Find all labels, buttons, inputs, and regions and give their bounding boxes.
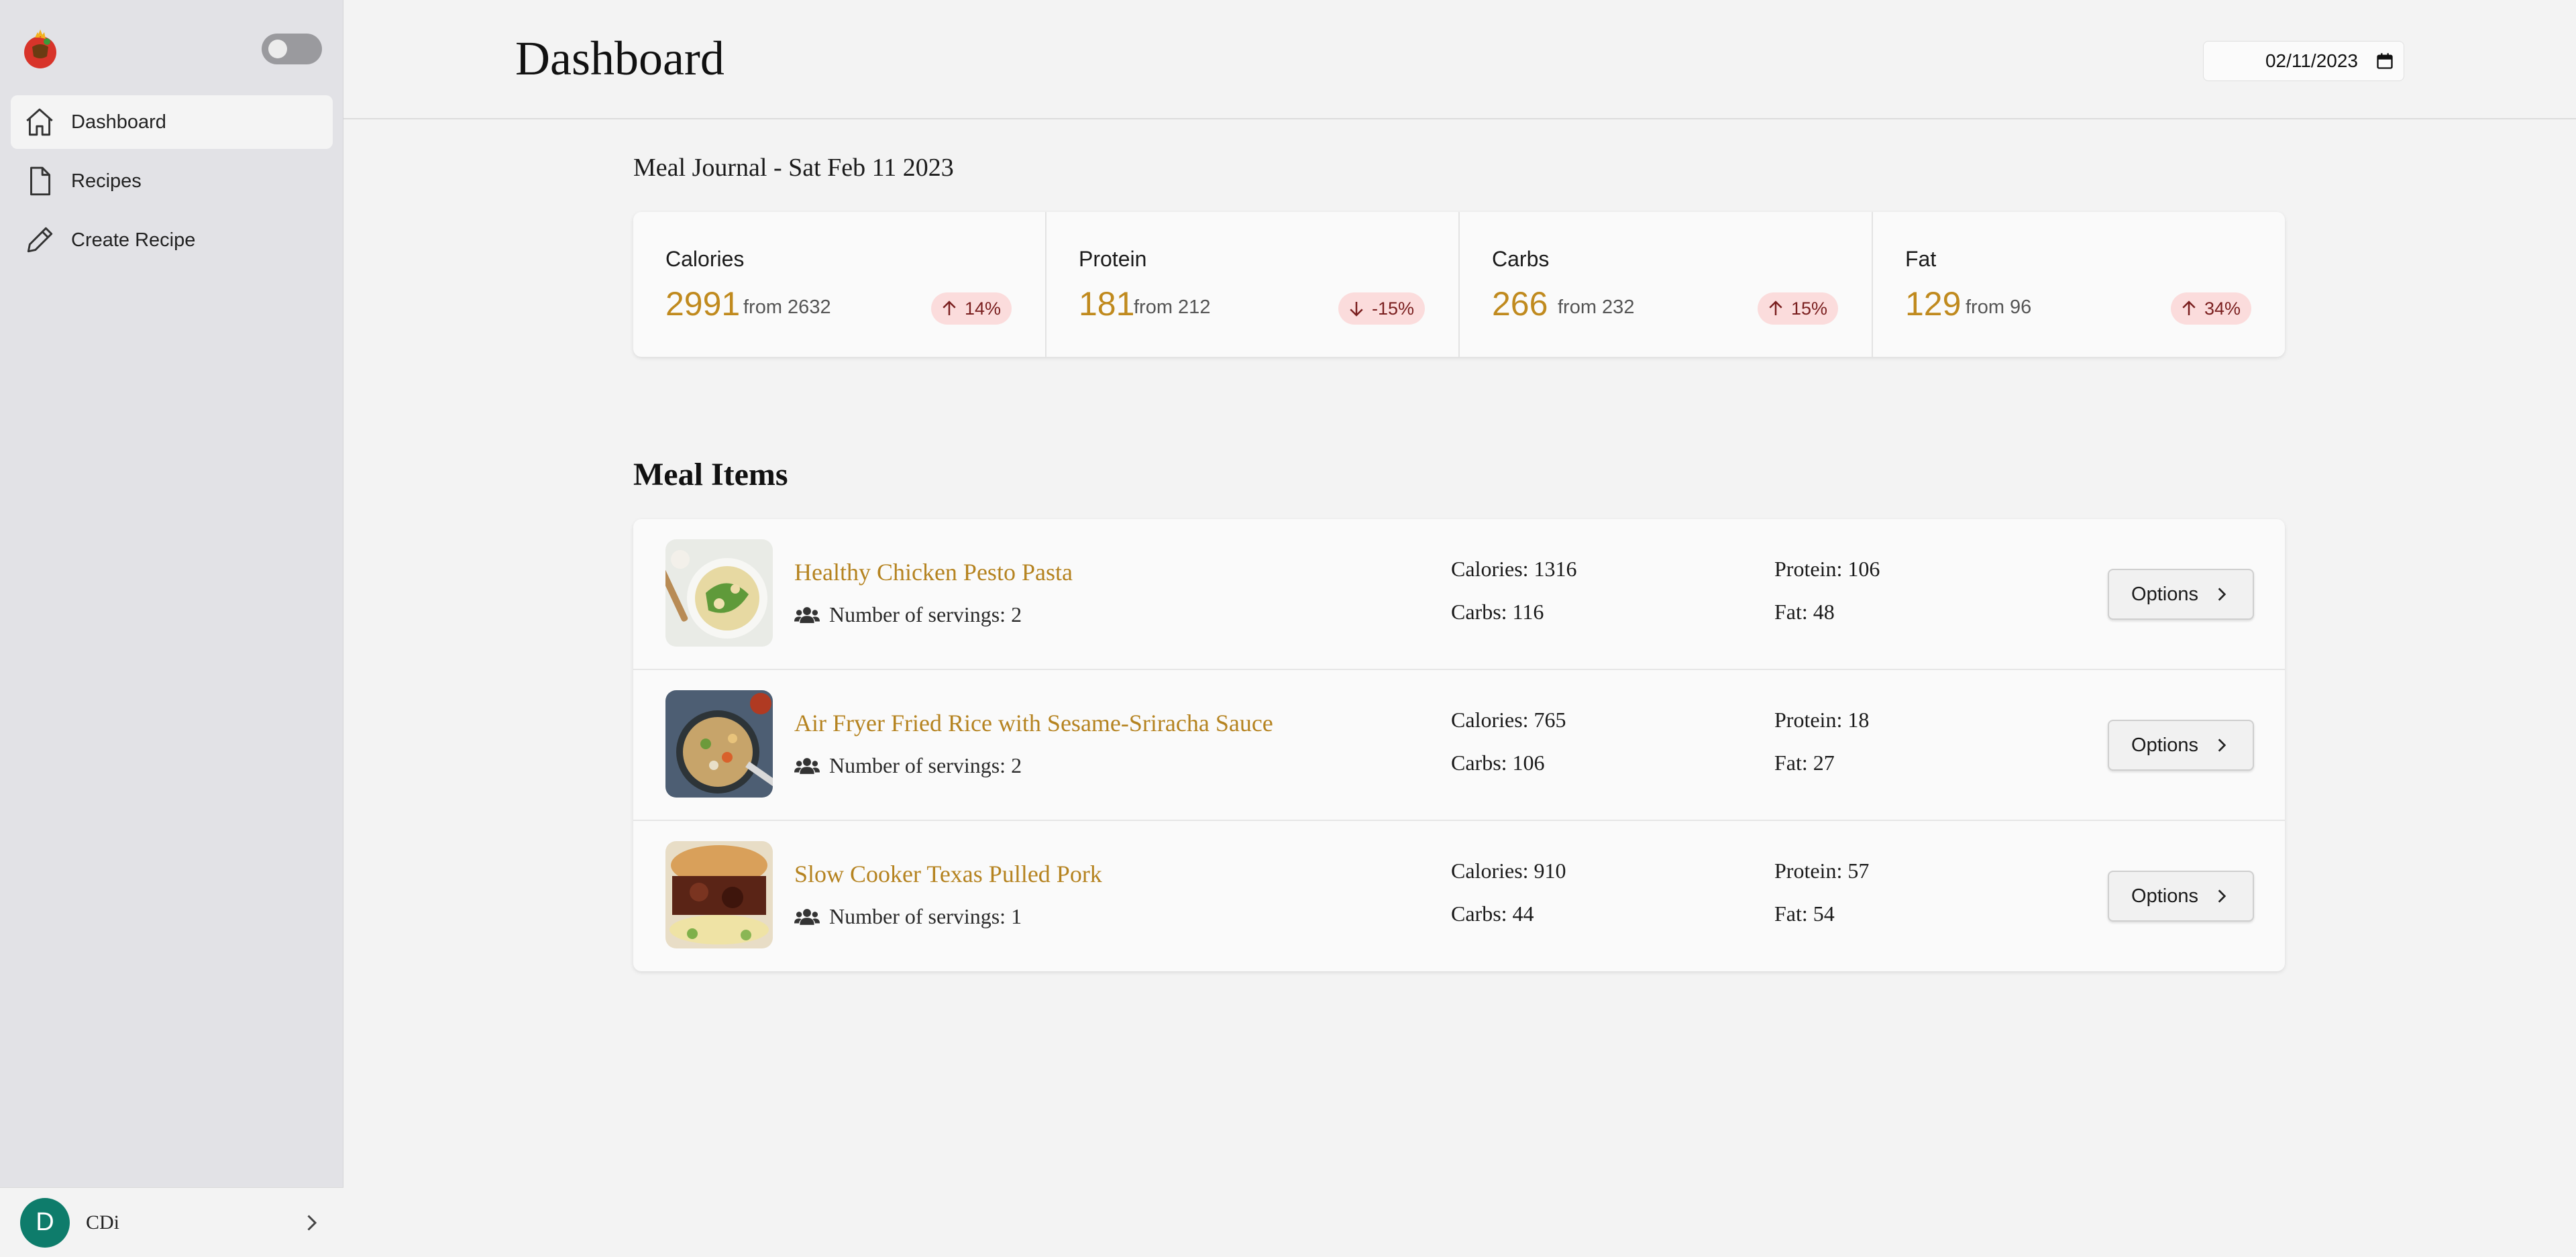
meal-items-heading: Meal Items xyxy=(633,457,788,492)
stat-change-badge: 14% xyxy=(930,292,1012,325)
toggle-knob xyxy=(268,40,287,58)
page-header: Dashboard 02/11/2023 xyxy=(343,0,2576,119)
chevron-right-icon xyxy=(2218,588,2226,601)
sidebar-item-create-recipe[interactable]: Create Recipe xyxy=(11,213,333,267)
stat-card-carbs: Carbs 266 from 232 15% xyxy=(1460,212,1873,357)
chevron-right-icon xyxy=(2218,739,2226,752)
meal-row: Slow Cooker Texas Pulled Pork Number of … xyxy=(633,821,2285,972)
meal-fat: Fat: 48 xyxy=(1774,600,1835,624)
meal-fat: Fat: 27 xyxy=(1774,751,1835,775)
sidebar-nav: Dashboard Recipes Create Recipe xyxy=(11,95,333,272)
meal-protein: Protein: 106 xyxy=(1774,557,1880,581)
meal-calories: Calories: 765 xyxy=(1451,708,1566,732)
stat-change-badge: 34% xyxy=(2170,292,2251,325)
meal-carbs: Carbs: 44 xyxy=(1451,901,1534,926)
users-icon xyxy=(794,757,820,774)
options-label: Options xyxy=(2131,583,2198,605)
sidebar-item-label: Recipes xyxy=(71,170,142,192)
stat-label: Fat xyxy=(1905,247,1937,271)
stat-change: -15% xyxy=(1371,298,1414,319)
users-icon xyxy=(794,606,820,623)
meal-row: Air Fryer Fried Rice with Sesame-Srirach… xyxy=(633,670,2285,821)
sidebar: Dashboard Recipes Create Recipe D CDi xyxy=(0,0,343,1257)
stat-value: 266 xyxy=(1492,285,1548,323)
meal-list: Healthy Chicken Pesto Pasta Number of se… xyxy=(633,519,2285,971)
stat-value: 181 xyxy=(1079,285,1135,323)
meal-calories: Calories: 910 xyxy=(1451,859,1566,883)
date-value: 02/11/2023 xyxy=(2265,50,2358,71)
meal-fat: Fat: 54 xyxy=(1774,901,1835,926)
stat-change: 14% xyxy=(964,298,1001,319)
journal-title: Meal Journal - Sat Feb 11 2023 xyxy=(633,154,954,182)
stat-change: 34% xyxy=(2204,298,2241,319)
options-button[interactable]: Options xyxy=(2108,871,2254,922)
avatar: D xyxy=(20,1197,70,1248)
page-title: Dashboard xyxy=(515,32,724,85)
servings: Number of servings: 2 xyxy=(794,753,1022,778)
servings-text: Number of servings: 2 xyxy=(829,602,1022,626)
meal-carbs: Carbs: 116 xyxy=(1451,600,1544,624)
sidebar-item-label: Dashboard xyxy=(71,111,166,133)
stat-card-protein: Protein 181 from 212 -15% xyxy=(1046,212,1460,357)
meal-name-link[interactable]: Healthy Chicken Pesto Pasta xyxy=(794,558,1073,586)
stat-change-badge: -15% xyxy=(1338,292,1425,325)
meal-row: Healthy Chicken Pesto Pasta Number of se… xyxy=(633,519,2285,670)
meal-carbs: Carbs: 106 xyxy=(1451,751,1545,775)
meal-image xyxy=(665,841,773,948)
chevron-right-icon xyxy=(2218,889,2226,903)
servings: Number of servings: 2 xyxy=(794,602,1022,627)
app-logo[interactable] xyxy=(20,27,60,71)
options-label: Options xyxy=(2131,734,2198,756)
arrow-down-icon xyxy=(1350,302,1363,317)
stat-change-badge: 15% xyxy=(1757,292,1838,325)
sidebar-item-dashboard[interactable]: Dashboard xyxy=(11,95,333,149)
arrow-up-icon xyxy=(1769,300,1782,315)
user-menu[interactable]: D CDi xyxy=(0,1187,343,1257)
user-name: CDi xyxy=(86,1211,120,1234)
servings-text: Number of servings: 1 xyxy=(829,904,1022,928)
stat-label: Carbs xyxy=(1492,247,1550,271)
meal-name-link[interactable]: Slow Cooker Texas Pulled Pork xyxy=(794,860,1102,888)
sidebar-item-label: Create Recipe xyxy=(71,229,196,251)
theme-toggle[interactable] xyxy=(262,34,322,64)
arrow-up-icon xyxy=(943,300,956,315)
meal-image xyxy=(665,539,773,647)
pencil-icon xyxy=(27,227,53,253)
date-input[interactable]: 02/11/2023 xyxy=(2203,41,2404,81)
meal-protein: Protein: 18 xyxy=(1774,708,1870,732)
stat-card-calories: Calories 2991 from 2632 14% xyxy=(633,212,1046,357)
chevron-right-icon xyxy=(307,1215,317,1231)
options-button[interactable]: Options xyxy=(2108,720,2254,771)
calendar-icon[interactable] xyxy=(2375,52,2394,70)
sidebar-item-recipes[interactable]: Recipes xyxy=(11,154,333,208)
servings-text: Number of servings: 2 xyxy=(829,753,1022,777)
meal-name-link[interactable]: Air Fryer Fried Rice with Sesame-Srirach… xyxy=(794,709,1273,737)
meal-protein: Protein: 57 xyxy=(1774,859,1870,883)
document-icon xyxy=(30,166,51,196)
stat-previous: from 212 xyxy=(1134,296,1211,318)
stat-card-fat: Fat 129 from 96 34% xyxy=(1873,212,2285,357)
stat-label: Calories xyxy=(665,247,745,271)
stat-value: 129 xyxy=(1905,285,1962,323)
stat-label: Protein xyxy=(1079,247,1147,271)
meal-image xyxy=(665,690,773,798)
servings: Number of servings: 1 xyxy=(794,904,1022,929)
arrow-up-icon xyxy=(2182,300,2196,315)
meal-calories: Calories: 1316 xyxy=(1451,557,1577,581)
stat-previous: from 2632 xyxy=(743,296,831,318)
stat-value: 2991 xyxy=(665,285,741,323)
users-icon xyxy=(794,908,820,925)
home-icon xyxy=(26,108,53,136)
options-label: Options xyxy=(2131,885,2198,907)
stat-change: 15% xyxy=(1790,298,1827,319)
stats-panel: Calories 2991 from 2632 14% Protein 181 … xyxy=(633,212,2285,357)
stat-previous: from 232 xyxy=(1558,296,1635,318)
stat-previous: from 96 xyxy=(1966,296,2032,318)
options-button[interactable]: Options xyxy=(2108,569,2254,620)
